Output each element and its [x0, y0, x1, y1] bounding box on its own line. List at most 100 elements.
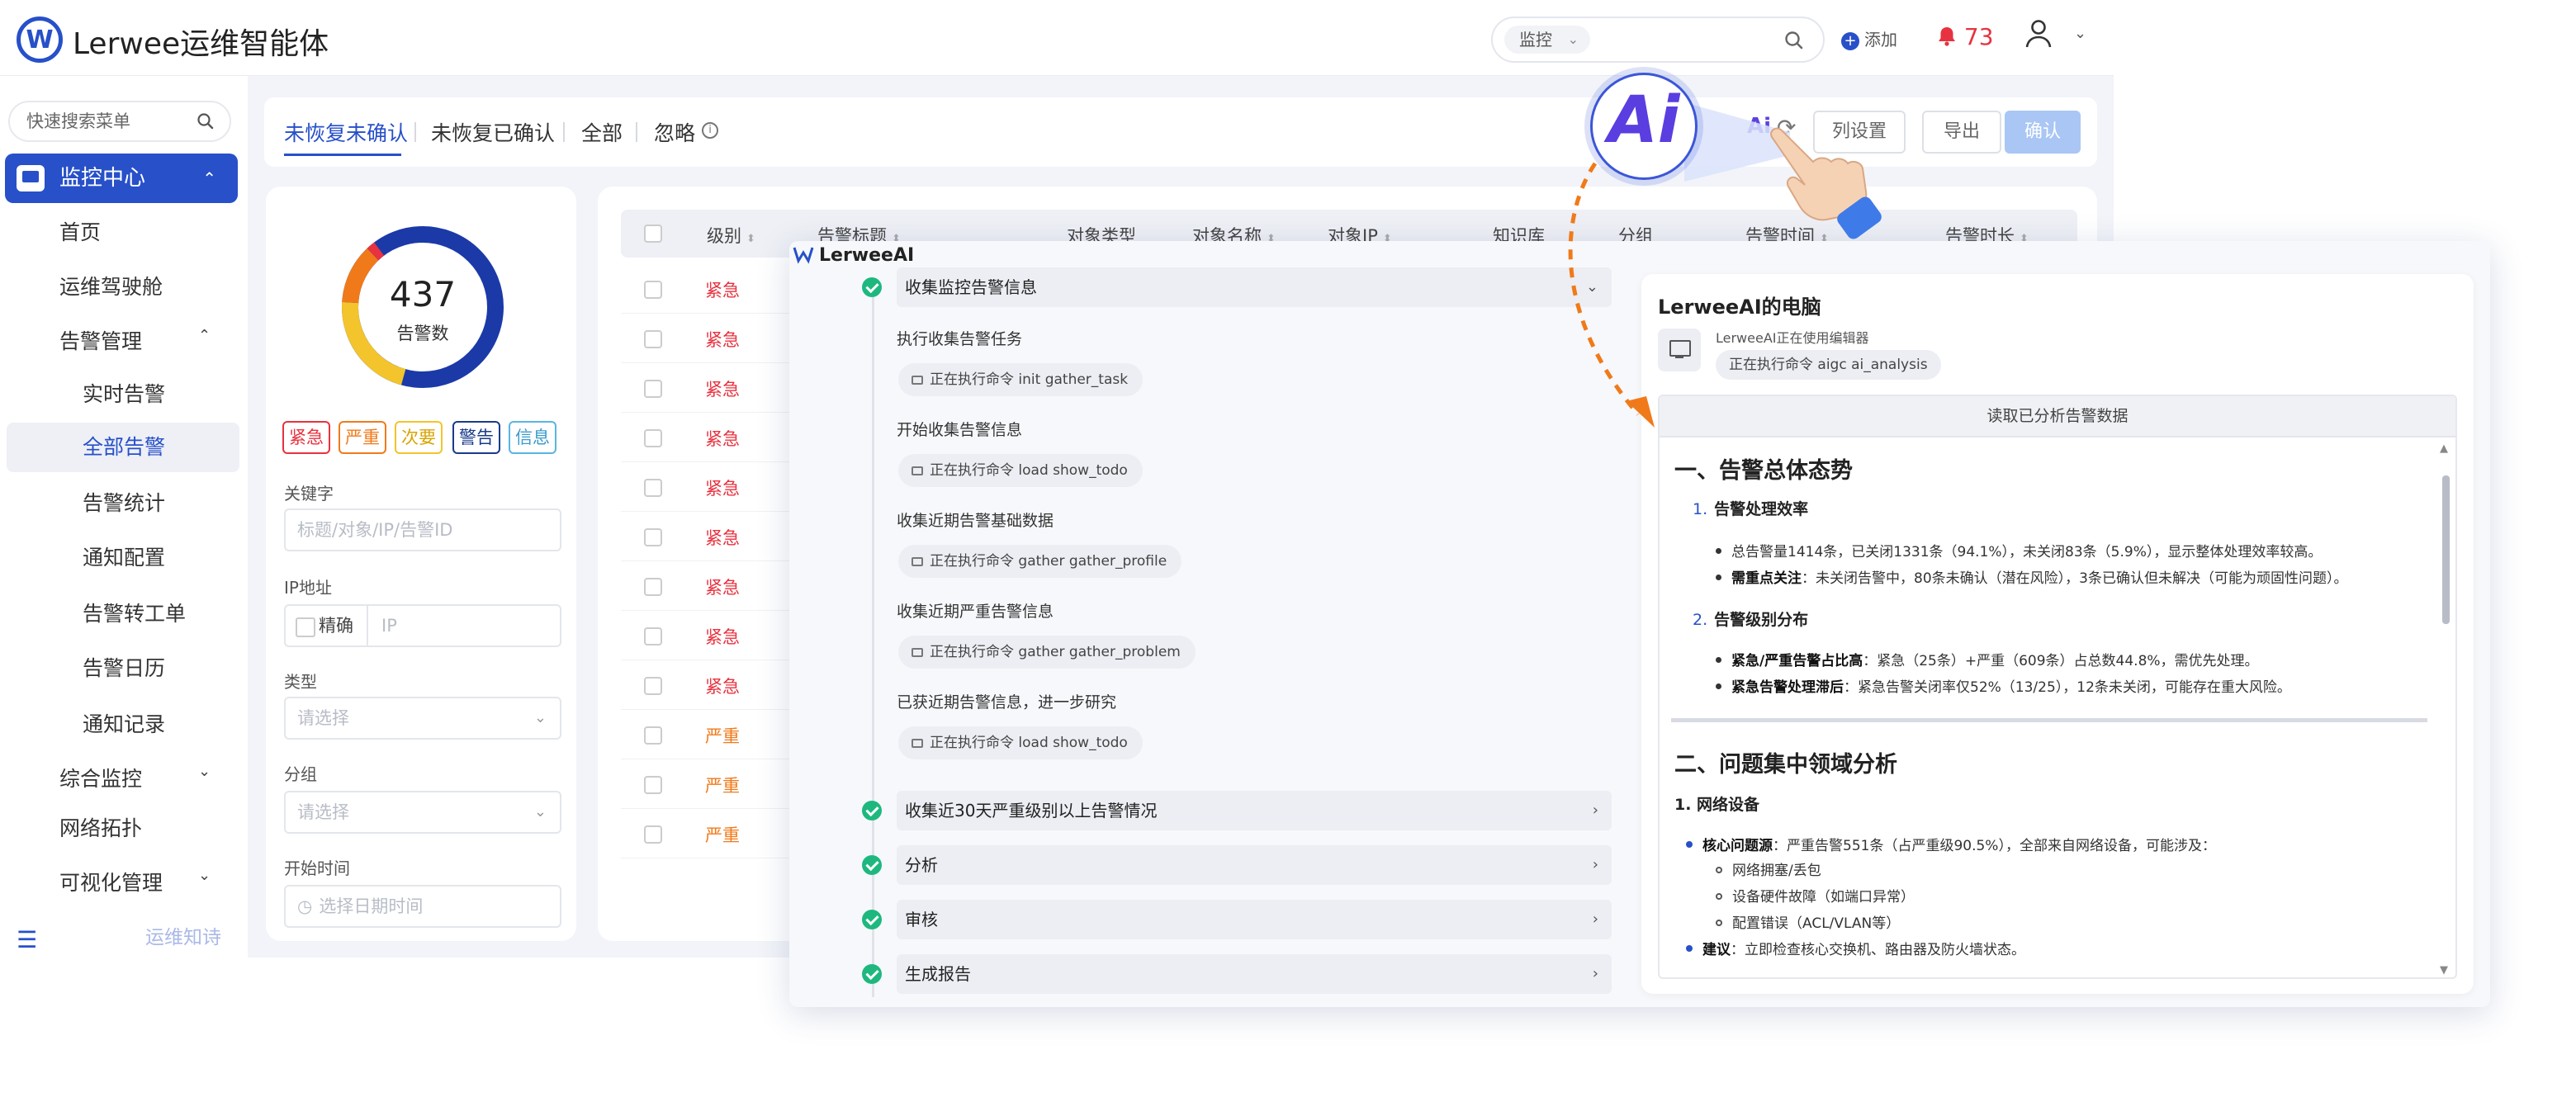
sidebar-item-notify-config[interactable]: 通知配置	[83, 541, 165, 575]
sidebar-item-visual-management[interactable]: 可视化管理	[59, 867, 163, 900]
monitor-icon	[912, 648, 923, 657]
chevron-down-icon[interactable]: ⌄	[2074, 25, 2086, 42]
notification-count: 73	[1963, 23, 1994, 50]
row-checkbox[interactable]	[644, 380, 662, 398]
info-icon[interactable]: i	[702, 122, 718, 139]
sidebar-item-alert-management[interactable]: 告警管理	[59, 325, 142, 358]
step-collect-alerts[interactable]: 收集监控告警信息 ⌄	[897, 267, 1612, 307]
alert-count-donut: 437 告警数	[335, 220, 510, 395]
severity-level: 严重	[705, 825, 740, 845]
sidebar-item-home[interactable]: 首页	[59, 216, 101, 249]
clock-icon: ◷	[297, 896, 313, 916]
doc-bullet: 需重点关注：未关闭告警中，80条未确认（潜在风险），3条已确认但未解决（可能为顽…	[1716, 566, 2347, 587]
step-generate-report[interactable]: 生成报告 ›	[897, 954, 1612, 994]
sidebar-item-monitor-center[interactable]: 监控中心 ⌃	[5, 154, 238, 203]
bullet-text: 设备硬件故障（如端口异常）	[1732, 889, 1915, 906]
row-checkbox[interactable]	[644, 825, 662, 844]
row-checkbox[interactable]	[644, 726, 662, 745]
doc-heading: 二、问题集中领域分析	[1674, 752, 1897, 778]
ip-exact-checkbox[interactable]: 精确	[286, 606, 368, 645]
ip-input[interactable]: IP	[381, 606, 397, 645]
step-title: 审核	[905, 910, 938, 929]
row-checkbox[interactable]	[644, 429, 662, 447]
step-review[interactable]: 审核 ›	[897, 900, 1612, 939]
tab-unrecovered-unconfirmed[interactable]: 未恢复未确认	[284, 117, 408, 147]
chevron-down-icon[interactable]: ⌄	[198, 763, 211, 780]
column-header[interactable]: 级别 ⬍	[707, 223, 755, 248]
sidebar-item-alert-calendar[interactable]: 告警日历	[83, 652, 165, 685]
search-icon	[197, 113, 214, 130]
severity-chip-warning[interactable]: 警告	[452, 421, 500, 454]
chevron-up-icon[interactable]: ⌃	[198, 327, 211, 344]
bullet-text: 配置错误（ACL/VLAN等）	[1732, 915, 1901, 932]
row-checkbox[interactable]	[644, 479, 662, 497]
step-title: 收集监控告警信息	[905, 277, 1037, 297]
scroll-down-icon[interactable]: ▼	[2440, 964, 2448, 976]
search-scope-select[interactable]: 监控 ⌄	[1504, 26, 1590, 54]
severity-chip-minor[interactable]: 次要	[395, 421, 443, 454]
monitor-icon	[912, 466, 923, 475]
bullet-icon	[1716, 867, 1722, 873]
scroll-up-icon[interactable]: ▲	[2440, 442, 2448, 455]
sidebar-item-alert-stats[interactable]: 告警统计	[83, 487, 165, 520]
severity-level: 紧急	[705, 627, 740, 647]
sidebar-item-integrated-monitoring[interactable]: 综合监控	[59, 763, 142, 796]
row-checkbox[interactable]	[644, 330, 662, 348]
row-checkbox[interactable]	[644, 578, 662, 596]
substep-title: 收集近期严重告警信息	[897, 603, 1054, 621]
row-checkbox[interactable]	[644, 627, 662, 645]
tab-ignored[interactable]: 忽略	[654, 117, 695, 147]
confirm-button[interactable]: 确认	[2005, 111, 2081, 154]
sidebar-footer-text: 运维知诗	[145, 927, 221, 948]
top-header: W Lerwee运维智能体 监控 ⌄ + 添加 73 ⌄	[0, 0, 2114, 76]
scrollbar-thumb[interactable]	[2442, 475, 2450, 624]
sidebar-item-notify-log[interactable]: 通知记录	[83, 708, 165, 741]
type-select[interactable]: 请选择 ⌄	[284, 697, 561, 740]
row-checkbox[interactable]	[644, 528, 662, 546]
monitor-icon	[912, 376, 923, 385]
severity-chip-severe[interactable]: 严重	[339, 421, 386, 454]
user-avatar-icon[interactable]	[2024, 18, 2053, 50]
severity-chip-critical[interactable]: 紧急	[282, 421, 330, 454]
sidebar-item-network-topology[interactable]: 网络拓扑	[59, 812, 142, 845]
severity-chip-info[interactable]: 信息	[509, 421, 556, 454]
sidebar-item-cockpit[interactable]: 运维驾驶舱	[59, 271, 163, 304]
notification-button[interactable]: 73	[1937, 23, 1994, 50]
substep-title: 已获近期告警信息，进一步研究	[897, 693, 1117, 712]
row-checkbox[interactable]	[644, 677, 662, 695]
step-analyze[interactable]: 分析 ›	[897, 845, 1612, 885]
ai-brand: LerweeAI	[793, 244, 914, 266]
command-chip: 正在执行命令 aigc ai_analysis	[1716, 350, 1941, 380]
bullet-key: 紧急/严重告警占比高	[1731, 653, 1863, 669]
severity-level: 紧急	[705, 479, 740, 499]
sidebar-item-realtime-alerts[interactable]: 实时告警	[83, 378, 165, 411]
document-scrollbar[interactable]: ▲ ▼	[2439, 442, 2454, 977]
severity-level: 紧急	[705, 380, 740, 400]
add-button[interactable]: + 添加	[1841, 26, 1897, 50]
tab-unrecovered-confirmed[interactable]: 未恢复已确认	[431, 117, 555, 147]
menu-search-input[interactable]: 快速搜索菜单	[8, 101, 231, 142]
chevron-down-icon[interactable]: ⌄	[198, 867, 211, 884]
search-scope-value: 监控	[1519, 30, 1552, 50]
chevron-right-icon: ›	[1592, 802, 1598, 819]
select-all-checkbox[interactable]	[644, 225, 662, 243]
tab-all[interactable]: 全部	[581, 117, 623, 147]
step-collect-30day[interactable]: 收集近30天严重级别以上告警情况 ›	[897, 791, 1612, 830]
keyword-input[interactable]: 标题/对象/IP/告警ID	[284, 508, 561, 551]
alert-total-label: 告警数	[396, 324, 449, 343]
bullet-icon	[1716, 657, 1721, 663]
ai-badge-icon[interactable]: Ai	[1590, 73, 1698, 180]
check-icon	[862, 964, 882, 984]
command-chip: 正在执行命令 init gather_task	[898, 363, 1144, 396]
sidebar-item-all-alerts[interactable]: 全部告警	[83, 431, 165, 464]
group-select[interactable]: 请选择 ⌄	[284, 791, 561, 834]
row-checkbox[interactable]	[644, 281, 662, 299]
global-search[interactable]: 监控 ⌄	[1491, 17, 1825, 63]
start-time-input[interactable]: ◷ 选择日期时间	[284, 885, 561, 928]
export-button[interactable]: 导出	[1922, 111, 2001, 154]
bullet-icon	[1716, 920, 1722, 926]
sidebar-item-alert-to-ticket[interactable]: 告警转工单	[83, 598, 186, 631]
collapse-menu-icon[interactable]: ☰	[17, 926, 37, 953]
row-checkbox[interactable]	[644, 776, 662, 794]
search-icon[interactable]	[1783, 30, 1805, 51]
